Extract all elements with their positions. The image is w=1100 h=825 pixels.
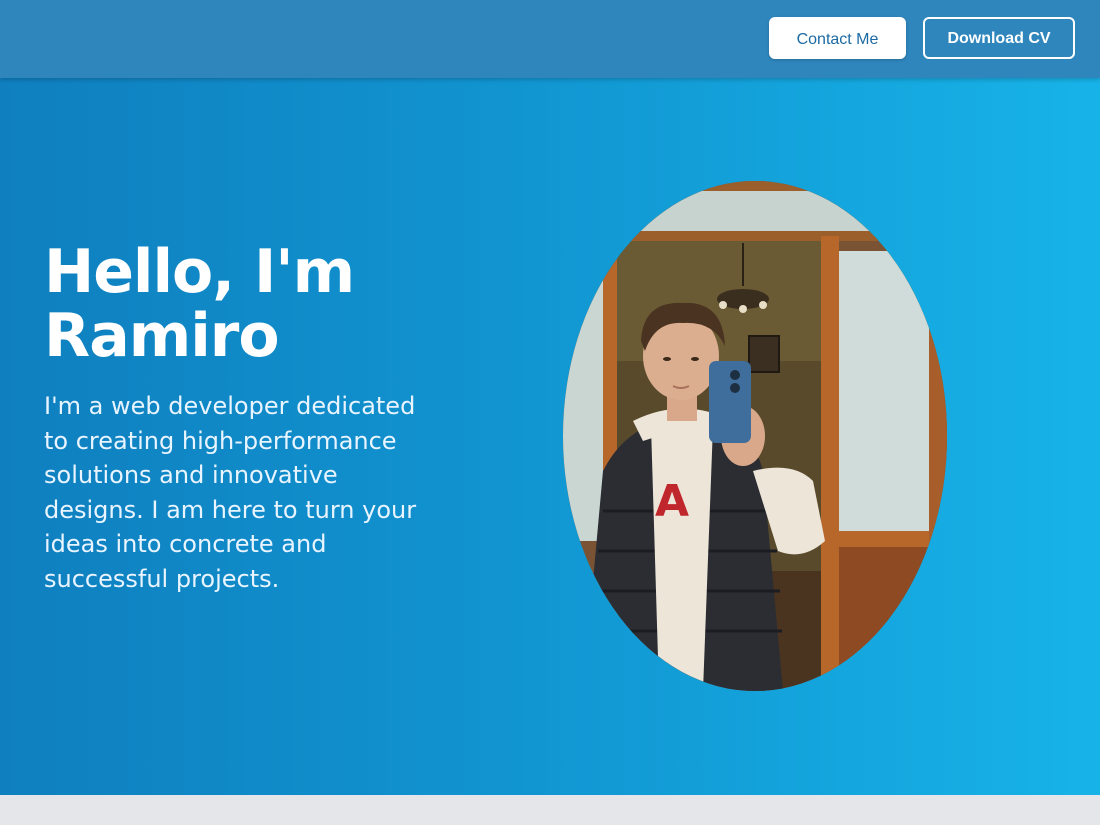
download-cv-button[interactable]: Download CV xyxy=(923,17,1075,59)
top-navbar: Contact Me Download CV xyxy=(0,0,1100,78)
hero-page: Contact Me Download CV Hello, I'm Ramiro… xyxy=(0,0,1100,795)
hero-title: Hello, I'm Ramiro xyxy=(44,240,464,368)
bottom-section-edge xyxy=(0,795,1100,825)
profile-photo: A xyxy=(563,181,947,691)
hero-description: I'm a web developer dedicated to creatin… xyxy=(44,392,417,593)
hero-title-line2: Ramiro xyxy=(44,301,280,371)
hero-title-line1: Hello, I'm xyxy=(44,237,355,307)
contact-me-button[interactable]: Contact Me xyxy=(769,17,906,59)
svg-text:A: A xyxy=(655,476,689,527)
profile-photo-illustration: A xyxy=(563,181,947,691)
